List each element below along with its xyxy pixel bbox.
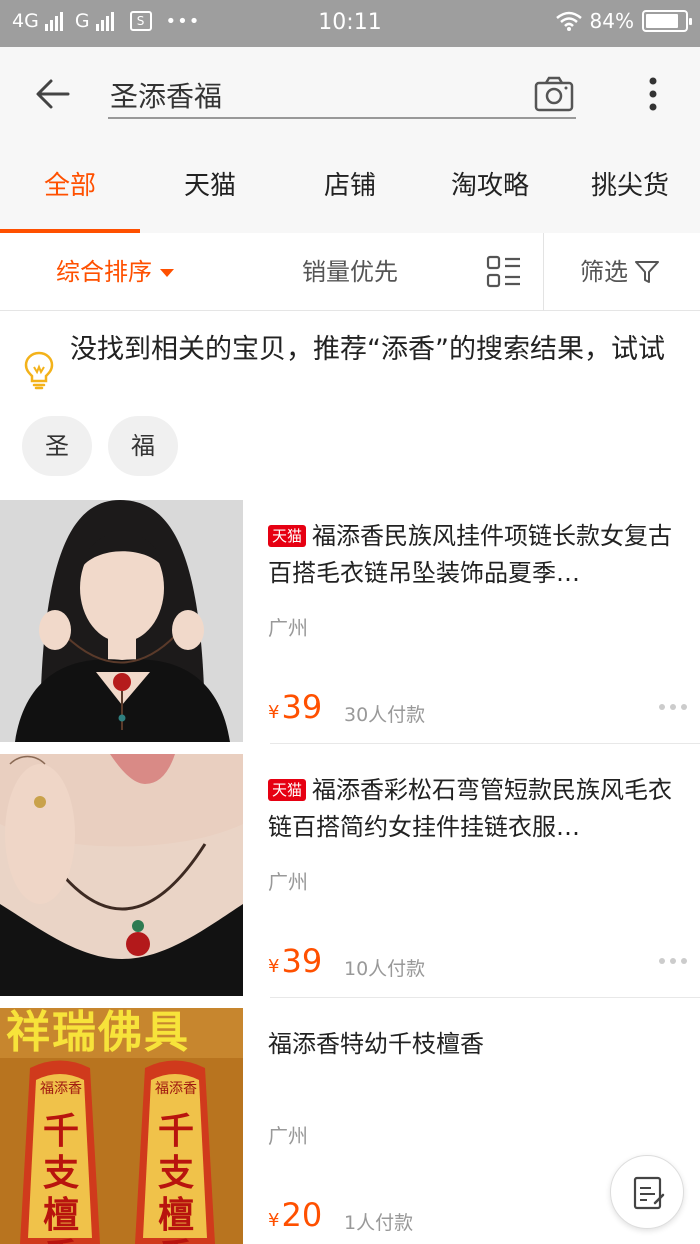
more-horizontal-icon[interactable]	[658, 700, 688, 714]
chip-suggestion[interactable]: 福	[108, 416, 178, 476]
tmall-badge: 天猫	[268, 525, 307, 547]
necklace-closeup-photo	[0, 754, 243, 996]
list-view-icon	[486, 255, 520, 288]
product-sales: 1人付款	[344, 1212, 414, 1234]
caret-down-icon	[160, 269, 174, 277]
filter-funnel-icon	[635, 261, 659, 283]
product-title[interactable]: 天猫 福添香彩松石弯管短款民族风毛衣链百搭简约女挂件挂链衣服…	[268, 772, 680, 846]
notice-text: 没找到相关的宝贝，推荐“添香”的搜索结果，试试	[70, 334, 665, 365]
tab-all[interactable]: 全部	[0, 143, 140, 233]
filter-label: 筛选	[580, 258, 628, 286]
necklace-model-photo	[0, 500, 243, 742]
price-value: 20	[281, 1196, 323, 1234]
price-value: 39	[281, 942, 323, 980]
more-menu-button[interactable]	[638, 73, 668, 119]
currency-symbol: ¥	[268, 1210, 280, 1231]
product-image[interactable]	[0, 500, 243, 742]
price-value: 39	[281, 688, 323, 726]
product-title[interactable]: 福添香特幼千枝檀香	[268, 1026, 680, 1063]
sort-default-button[interactable]: 综合排序	[56, 233, 174, 311]
chip-suggestion[interactable]: 圣	[22, 416, 92, 476]
battery-fill	[646, 14, 678, 28]
item-divider	[270, 743, 700, 744]
camera-button[interactable]	[534, 75, 574, 113]
view-toggle-button[interactable]	[486, 255, 522, 289]
back-arrow-icon	[36, 79, 70, 109]
filter-button[interactable]: 筛选	[580, 233, 660, 311]
sort-bar: 综合排序 销量优先 筛选	[0, 233, 700, 311]
product-info: 天猫 福添香彩松石弯管短款民族风毛衣链百搭简约女挂件挂链衣服… 广州 ¥39 10…	[268, 754, 688, 998]
image-product-left: 千支檀香	[42, 1110, 79, 1244]
status-bar: 4G G S ••• 10:11 84%	[0, 0, 700, 47]
product-location: 广州	[268, 1124, 308, 1148]
product-image[interactable]	[0, 754, 243, 996]
sort-sales-button[interactable]: 销量优先	[302, 233, 398, 311]
tab-premium[interactable]: 挑尖货	[560, 143, 700, 233]
product-card[interactable]: 天猫 福添香民族风挂件项链长款女复古百搭毛衣链吊坠装饰品夏季… 广州 ¥39 30…	[0, 500, 700, 744]
edit-note-icon	[633, 1176, 665, 1210]
search-header: 圣添香福	[0, 47, 700, 143]
battery-percent: 84%	[589, 9, 634, 33]
tab-shops[interactable]: 店铺	[280, 143, 420, 233]
category-tabs: 全部 天猫 店铺 淘攻略 挑尖货	[0, 143, 700, 233]
product-title-text: 福添香特幼千枝檀香	[268, 1030, 484, 1058]
image-banner-text: 祥瑞佛具	[6, 1008, 190, 1058]
more-vertical-icon	[649, 77, 657, 111]
suggestion-chips: 圣 福	[22, 416, 178, 476]
product-title-text: 福添香彩松石弯管短款民族风毛衣链百搭简约女挂件挂链衣服…	[268, 776, 673, 841]
product-price: ¥39	[268, 942, 322, 980]
image-product-right: 千支檀香	[157, 1110, 194, 1244]
tab-guides[interactable]: 淘攻略	[420, 143, 560, 233]
item-divider	[270, 997, 700, 998]
more-horizontal-icon[interactable]	[658, 954, 688, 968]
tab-tmall[interactable]: 天猫	[140, 143, 280, 233]
product-title[interactable]: 天猫 福添香民族风挂件项链长款女复古百搭毛衣链吊坠装饰品夏季…	[268, 518, 680, 592]
currency-symbol: ¥	[268, 702, 280, 723]
image-brand-right: 福添香	[155, 1081, 197, 1097]
image-brand-left: 福添香	[40, 1081, 82, 1097]
currency-symbol: ¥	[268, 956, 280, 977]
product-card[interactable]: 祥瑞佛具 福添香 福添香 千支檀香 千支檀香 福添香特幼千枝檀香 广州 ¥20 …	[0, 1008, 700, 1244]
product-info: 天猫 福添香民族风挂件项链长款女复古百搭毛衣链吊坠装饰品夏季… 广州 ¥39 30…	[268, 500, 688, 744]
product-location: 广州	[268, 616, 308, 640]
lightbulb-icon	[24, 351, 54, 390]
tmall-badge: 天猫	[268, 779, 307, 801]
search-input[interactable]: 圣添香福	[108, 71, 576, 119]
product-sales: 10人付款	[344, 958, 426, 980]
product-location: 广州	[268, 870, 308, 894]
status-right: 84%	[555, 9, 692, 33]
product-title-text: 福添香民族风挂件项链长款女复古百搭毛衣链吊坠装饰品夏季…	[268, 522, 673, 587]
product-price: ¥39	[268, 688, 322, 726]
wifi-icon	[555, 11, 582, 31]
product-sales: 30人付款	[344, 704, 426, 726]
sort-divider	[543, 233, 544, 311]
floating-edit-button[interactable]	[610, 1155, 684, 1229]
product-image[interactable]: 祥瑞佛具 福添香 福添香 千支檀香 千支檀香	[0, 1008, 243, 1244]
battery-icon	[642, 10, 692, 32]
search-query: 圣添香福	[110, 80, 223, 113]
back-button[interactable]	[30, 71, 76, 117]
camera-icon	[534, 76, 574, 112]
sort-default-label: 综合排序	[56, 258, 152, 286]
product-card[interactable]: 天猫 福添香彩松石弯管短款民族风毛衣链百搭简约女挂件挂链衣服… 广州 ¥39 10…	[0, 754, 700, 998]
product-price: ¥20	[268, 1196, 322, 1234]
